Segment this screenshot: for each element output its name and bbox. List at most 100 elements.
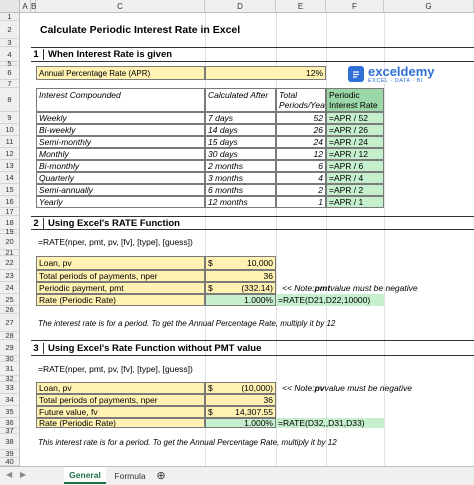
column-header-f[interactable]: F — [326, 0, 384, 13]
page-title: Calculate Periodic Interest Rate in Exce… — [40, 24, 241, 36]
exceldemy-logo: exceldemy EXCEL · DATA · BI — [348, 61, 468, 87]
table-cell[interactable]: 4 — [276, 172, 326, 184]
table-cell[interactable]: Yearly — [36, 196, 205, 208]
table-cell[interactable]: 6 — [276, 160, 326, 172]
nper-label-cell[interactable]: Total periods of payments, nper — [36, 394, 205, 406]
column-header-c[interactable]: C — [36, 0, 205, 13]
row-header[interactable]: 38 — [0, 434, 20, 450]
row-header[interactable]: 9 — [0, 112, 20, 124]
row-header[interactable]: 8 — [0, 88, 20, 112]
row-header[interactable]: 24 — [0, 282, 20, 294]
column-header-a[interactable]: A — [20, 0, 31, 13]
table-cell[interactable]: =APR / 52 — [326, 112, 384, 124]
row-header[interactable]: 17 — [0, 207, 20, 216]
rate-value-cell[interactable]: 1.000% — [205, 418, 276, 428]
nper-value-cell[interactable]: 36 — [205, 394, 276, 406]
table-cell[interactable]: 15 days — [205, 136, 276, 148]
row-header[interactable]: 1 — [0, 12, 20, 21]
header-interest-compounded[interactable]: Interest Compounded — [36, 88, 205, 112]
column-header-d[interactable]: D — [205, 0, 276, 13]
loan-value-cell[interactable]: $ 10,000 — [205, 256, 276, 270]
row-header[interactable]: 28 — [0, 331, 20, 340]
rate-label-cell[interactable]: Rate (Periodic Rate) — [36, 294, 205, 306]
header-periodic-rate[interactable]: Periodic Interest Rate — [326, 88, 384, 112]
apr-label-cell[interactable]: Annual Percentage Rate (APR) — [36, 66, 205, 80]
row-header[interactable]: 13 — [0, 160, 20, 172]
table-cell[interactable]: 12 months — [205, 196, 276, 208]
table-cell[interactable]: Monthly — [36, 148, 205, 160]
row-header[interactable]: 40 — [0, 457, 20, 466]
row-header[interactable]: 10 — [0, 124, 20, 136]
row-header[interactable]: 12 — [0, 148, 20, 160]
table-cell[interactable]: 2 months — [205, 160, 276, 172]
row-header[interactable]: 33 — [0, 382, 20, 394]
row-header[interactable]: 7 — [0, 79, 20, 88]
rate-value-cell[interactable]: 1.000% — [205, 294, 276, 306]
section-1-header: 1 When Interest Rate is given — [31, 47, 474, 62]
nper-label-cell[interactable]: Total periods of payments, nper — [36, 270, 205, 282]
loan-value-cell[interactable]: $ (10,000) — [205, 382, 276, 394]
note-keyword: pmt — [314, 283, 331, 293]
table-cell[interactable]: 2 — [276, 184, 326, 196]
table-cell[interactable]: 1 — [276, 196, 326, 208]
table-cell[interactable]: =APR / 2 — [326, 184, 384, 196]
row-header[interactable]: 35 — [0, 406, 20, 418]
table-cell[interactable]: Quarterly — [36, 172, 205, 184]
table-cell[interactable]: =APR / 4 — [326, 172, 384, 184]
pmt-value-cell[interactable]: $ (332.14) — [205, 282, 276, 294]
table-cell[interactable]: 24 — [276, 136, 326, 148]
row-header[interactable]: 23 — [0, 270, 20, 282]
table-cell[interactable]: =APR / 24 — [326, 136, 384, 148]
table-cell[interactable]: 52 — [276, 112, 326, 124]
rate-formula-cell[interactable]: =RATE(D21,D22,10000) — [276, 294, 384, 306]
table-cell[interactable]: Semi-monthly — [36, 136, 205, 148]
table-cell[interactable]: =APR / 1 — [326, 196, 384, 208]
apr-value-cell[interactable]: 12% — [205, 66, 326, 80]
logo-name: exceldemy — [368, 63, 435, 79]
add-sheet-icon[interactable]: ⊕ — [154, 467, 168, 484]
table-cell[interactable]: 6 months — [205, 184, 276, 196]
table-cell[interactable]: Weekly — [36, 112, 205, 124]
currency-symbol: $ — [208, 258, 213, 268]
section-title: Using Excel's Rate Function without PMT … — [48, 342, 262, 354]
loan-label-cell[interactable]: Loan, pv — [36, 382, 205, 394]
row-header[interactable]: 2 — [0, 21, 20, 39]
table-cell[interactable]: =APR / 6 — [326, 160, 384, 172]
table-cell[interactable]: Semi-annually — [36, 184, 205, 196]
rate-label-cell[interactable]: Rate (Periodic Rate) — [36, 418, 205, 428]
table-cell[interactable]: =APR / 26 — [326, 124, 384, 136]
row-header[interactable]: 6 — [0, 66, 20, 80]
row-header[interactable]: 27 — [0, 314, 20, 332]
column-header-e[interactable]: E — [276, 0, 326, 13]
table-cell[interactable]: 12 — [276, 148, 326, 160]
row-header[interactable]: 14 — [0, 172, 20, 184]
rate-formula-cell[interactable]: =RATE(D32,,D31,D33) — [276, 418, 384, 428]
table-cell[interactable]: =APR / 12 — [326, 148, 384, 160]
table-cell[interactable]: 3 months — [205, 172, 276, 184]
row-header[interactable]: 34 — [0, 394, 20, 406]
fv-value-cell[interactable]: $ 14,307.55 — [205, 406, 276, 418]
fv-label-cell[interactable]: Future value, fv — [36, 406, 205, 418]
pmt-label-cell[interactable]: Periodic payment, pmt — [36, 282, 205, 294]
table-cell[interactable]: 30 days — [205, 148, 276, 160]
table-cell[interactable]: 26 — [276, 124, 326, 136]
table-cell[interactable]: 14 days — [205, 124, 276, 136]
header-total-periods[interactable]: Total Periods/Year — [276, 88, 326, 112]
spreadsheet-grid[interactable]: A B C D E F G 1 2 3 4 5 6 7 8 9 10 11 12… — [0, 0, 474, 466]
nper-value-cell[interactable]: 36 — [205, 270, 276, 282]
tab-formula[interactable]: Formula — [110, 467, 150, 484]
row-header[interactable]: 26 — [0, 305, 20, 314]
tab-general[interactable]: General — [64, 467, 106, 484]
row-header[interactable]: 11 — [0, 136, 20, 148]
column-header-g[interactable]: G — [384, 0, 474, 13]
header-calculated-after[interactable]: Calculated After — [205, 88, 276, 112]
tab-scroll-right-icon[interactable]: ▶ — [20, 470, 26, 479]
tab-scroll-left-icon[interactable]: ◀ — [6, 470, 12, 479]
loan-label-cell[interactable]: Loan, pv — [36, 256, 205, 270]
row-header[interactable]: 15 — [0, 184, 20, 196]
table-cell[interactable]: Bi-weekly — [36, 124, 205, 136]
table-cell[interactable]: 7 days — [205, 112, 276, 124]
row-header[interactable]: 3 — [0, 38, 20, 47]
row-header[interactable]: 22 — [0, 256, 20, 270]
table-cell[interactable]: Bi-monthly — [36, 160, 205, 172]
